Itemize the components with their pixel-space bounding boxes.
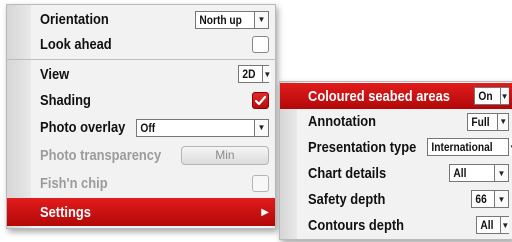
menu-item-coloured-seabed[interactable]: Coloured seabed areas On ▼	[280, 83, 512, 109]
menu-item-orientation[interactable]: Orientation North up ▼	[7, 7, 275, 32]
menu-divider	[7, 59, 275, 60]
coloured-seabed-value: On	[478, 89, 493, 103]
safety-depth-label: Safety depth	[308, 190, 386, 208]
menu-item-look-ahead[interactable]: Look ahead	[7, 32, 275, 57]
chevron-down-icon: ▼	[254, 119, 268, 136]
coloured-seabed-label: Coloured seabed areas	[308, 87, 450, 105]
annotation-dropdown[interactable]: Full ▼	[467, 112, 509, 131]
check-icon	[254, 95, 267, 106]
chevron-down-icon: ▼	[497, 113, 508, 130]
chart-details-label: Chart details	[308, 164, 387, 182]
menu-item-photo-transparency: Photo transparency Min	[7, 141, 275, 169]
chevron-right-icon: ▶	[261, 206, 269, 218]
contours-depth-dropdown[interactable]: All ▼	[476, 216, 510, 234]
chart-details-value: All	[453, 166, 467, 180]
look-ahead-label: Look ahead	[40, 36, 112, 53]
photo-transparency-label: Photo transparency	[40, 146, 162, 164]
menu-item-settings[interactable]: Settings ▶	[7, 198, 275, 226]
chart-details-dropdown[interactable]: All ▼	[449, 164, 509, 182]
presentation-type-dropdown[interactable]: International ▼	[427, 138, 512, 156]
menu-item-safety-depth[interactable]: Safety depth 66 ▼	[280, 186, 512, 212]
safety-depth-value: 66	[475, 192, 487, 206]
fish-n-chip-checkbox	[252, 174, 269, 192]
presentation-type-value: International	[431, 140, 493, 154]
chevron-down-icon: ▼	[508, 139, 512, 155]
photo-overlay-value: Off	[140, 120, 156, 135]
chevron-down-icon: ▼	[262, 66, 272, 82]
presentation-type-label: Presentation type	[308, 138, 417, 156]
settings-label: Settings	[40, 203, 91, 221]
annotation-value: Full	[471, 114, 490, 129]
photo-overlay-label: Photo overlay	[40, 119, 126, 136]
main-menu: Orientation North up ▼ Look ahead View 2…	[6, 4, 276, 229]
photo-overlay-dropdown[interactable]: Off ▼	[136, 118, 269, 137]
menu-item-photo-overlay[interactable]: Photo overlay Off ▼	[7, 114, 275, 141]
annotation-label: Annotation	[308, 113, 377, 130]
menu-item-view[interactable]: View 2D ▼	[7, 61, 275, 87]
shading-label: Shading	[40, 92, 91, 109]
chevron-down-icon: ▼	[500, 217, 510, 233]
menu-item-chart-details[interactable]: Chart details All ▼	[280, 160, 512, 186]
chevron-down-icon: ▼	[254, 11, 268, 28]
view-dropdown[interactable]: 2D ▼	[238, 65, 272, 83]
orientation-value: North up	[199, 12, 242, 27]
fish-n-chip-label: Fish'n chip	[40, 174, 108, 192]
menu-item-shading[interactable]: Shading	[7, 87, 275, 114]
settings-submenu: Coloured seabed areas On ▼ Annotation Fu…	[279, 81, 512, 240]
contours-depth-value: All	[480, 218, 494, 232]
photo-transparency-slider: Min	[180, 145, 269, 165]
chevron-down-icon: ▼	[494, 191, 508, 207]
menu-item-fish-n-chip: Fish'n chip	[7, 169, 275, 197]
menu-item-presentation-type[interactable]: Presentation type International ▼	[280, 134, 512, 160]
chevron-down-icon: ▼	[499, 88, 509, 104]
look-ahead-checkbox[interactable]	[252, 36, 269, 53]
safety-depth-dropdown[interactable]: 66 ▼	[471, 190, 509, 208]
contours-depth-label: Contours depth	[308, 216, 405, 234]
menu-item-contours-depth[interactable]: Contours depth All ▼	[280, 212, 512, 238]
orientation-dropdown[interactable]: North up ▼	[195, 10, 269, 29]
coloured-seabed-dropdown[interactable]: On ▼	[474, 87, 509, 105]
view-label: View	[40, 65, 70, 83]
view-value: 2D	[242, 67, 256, 81]
photo-transparency-value: Min	[215, 148, 235, 162]
orientation-label: Orientation	[40, 11, 109, 28]
menu-item-annotation[interactable]: Annotation Full ▼	[280, 109, 512, 134]
chevron-down-icon: ▼	[494, 165, 508, 181]
shading-checkbox[interactable]	[252, 92, 269, 109]
